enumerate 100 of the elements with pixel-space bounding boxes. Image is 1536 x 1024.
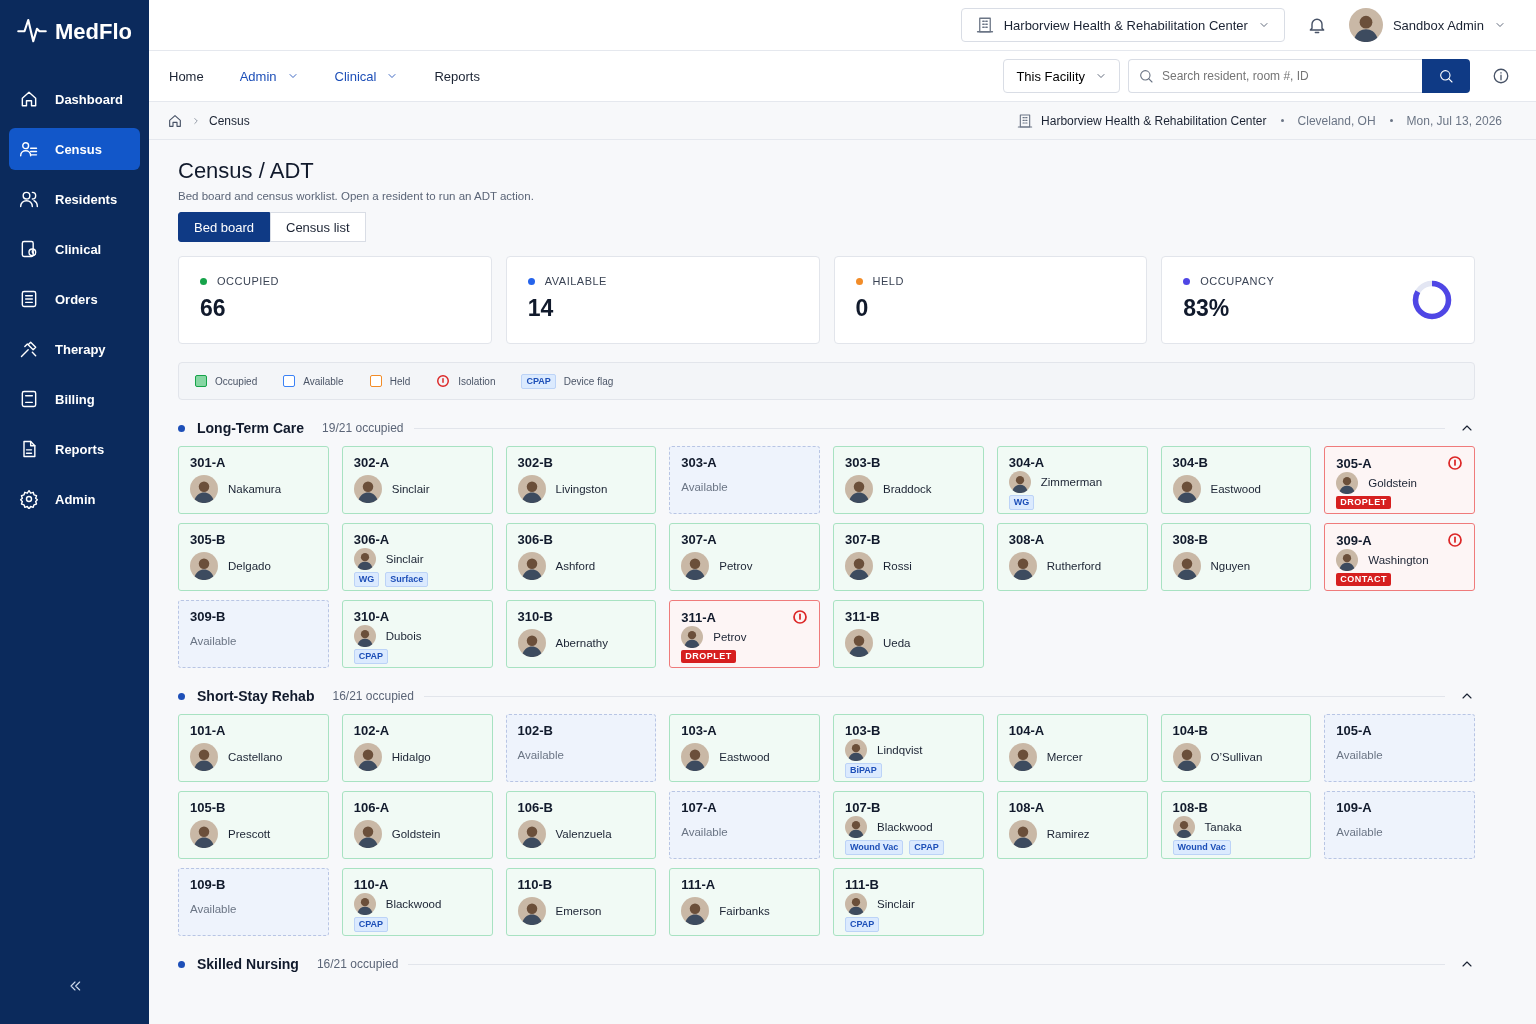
- bed-card[interactable]: 306-B Ashford: [505, 523, 657, 591]
- nav-link[interactable]: Clinical: [334, 68, 399, 84]
- room-number: 111-A: [681, 877, 716, 892]
- bed-card[interactable]: 310-A Dubois CPAP: [341, 600, 493, 668]
- unit-title: Skilled Nursing: [197, 956, 299, 972]
- stat-value: 0: [855, 295, 870, 322]
- sidebar-item[interactable]: Reports: [9, 428, 140, 470]
- bed-card[interactable]: 106-B Valenzuela: [505, 791, 657, 859]
- bed-card[interactable]: 304-A Zimmerman WG: [996, 446, 1148, 514]
- bed-card[interactable]: 303-A Available: [669, 446, 820, 514]
- home-icon[interactable]: [167, 112, 183, 129]
- resident-name: Eastwood: [1210, 483, 1261, 495]
- avatar: [1336, 549, 1359, 571]
- bed-card[interactable]: 304-B Eastwood: [1160, 446, 1312, 514]
- sidebar-item[interactable]: Orders: [9, 278, 140, 320]
- bed-card[interactable]: 309-A Washington CONTACT: [1324, 523, 1475, 591]
- bed-card[interactable]: 305-B Delgado: [178, 523, 329, 591]
- unit-dot: [178, 424, 185, 432]
- bed-card[interactable]: 104-B O’Sullivan: [1160, 714, 1312, 782]
- avatar: [845, 816, 867, 838]
- nav-link[interactable]: Admin: [239, 68, 299, 84]
- resident-name: Ashford: [555, 560, 596, 572]
- bed-card[interactable]: 101-A Castellano: [178, 714, 329, 782]
- resident-name: Valenzuela: [555, 828, 612, 840]
- bed-card[interactable]: 110-B Emerson: [505, 868, 657, 936]
- room-number: 110-B: [517, 877, 553, 892]
- bed-card[interactable]: 311-A Petrov DROPLET: [669, 600, 820, 668]
- avatar: [681, 626, 704, 648]
- resident-name: Rutherford: [1046, 560, 1102, 572]
- bed-card[interactable]: 307-A Petrov: [669, 523, 820, 591]
- device-badge: WG: [353, 572, 380, 587]
- bed-card[interactable]: 102-B Available: [505, 714, 657, 782]
- bed-card[interactable]: 309-B Available: [178, 600, 329, 668]
- sidebar-item[interactable]: Census: [9, 128, 140, 170]
- room-number: 308-A: [1008, 532, 1045, 547]
- bed-card[interactable]: 108-A Ramirez: [996, 791, 1148, 859]
- nav-link[interactable]: Home: [169, 68, 204, 84]
- room-number: 309-B: [190, 609, 226, 624]
- bed-card[interactable]: 307-B Rossi: [833, 523, 984, 591]
- bed-card[interactable]: 308-A Rutherford: [996, 523, 1148, 591]
- avatar: [353, 743, 382, 771]
- bed-card[interactable]: 305-A Goldstein DROPLET: [1324, 446, 1475, 514]
- bed-card[interactable]: 302-A Sinclair: [341, 446, 493, 514]
- page-subtitle: Bed board and census worklist. Open a resident to run an ADT action.: [178, 190, 535, 202]
- room-number: 303-B: [845, 455, 881, 470]
- sidebar-item[interactable]: Dashboard: [9, 78, 140, 120]
- bed-card[interactable]: 311-B Ueda: [833, 600, 984, 668]
- room-number: 105-B: [190, 800, 226, 815]
- isolation-icon: [436, 374, 451, 388]
- bed-card[interactable]: 104-A Mercer: [996, 714, 1148, 782]
- person-icon: [19, 189, 39, 209]
- room-number: 102-A: [353, 723, 390, 738]
- bed-card[interactable]: 306-A Sinclair WG Surface: [341, 523, 493, 591]
- sidebar-item[interactable]: Admin: [9, 478, 140, 520]
- bed-card[interactable]: 108-B Tanaka Wound Vac: [1160, 791, 1312, 859]
- room-number: 306-B: [517, 532, 553, 547]
- stat-label: OCCUPIED: [217, 275, 280, 287]
- facility-selector[interactable]: Harborview Health & Rehabilitation Center: [960, 8, 1285, 42]
- view-tab[interactable]: Census list: [270, 212, 366, 242]
- resident-name: Mercer: [1046, 751, 1083, 763]
- resident-name: Prescott: [228, 828, 271, 840]
- bed-card[interactable]: 109-B Available: [178, 868, 329, 936]
- bed-card[interactable]: 103-A Eastwood: [669, 714, 820, 782]
- sidebar-item[interactable]: Therapy: [9, 328, 140, 370]
- bed-card[interactable]: 109-A Available: [1324, 791, 1475, 859]
- breadcrumb-item[interactable]: Census: [209, 113, 250, 128]
- bed-card[interactable]: 303-B Braddock: [833, 446, 984, 514]
- room-number: 103-B: [845, 723, 881, 738]
- bed-card[interactable]: 301-A Nakamura: [178, 446, 329, 514]
- bed-card[interactable]: 308-B Nguyen: [1160, 523, 1312, 591]
- stat-label: OCCUPANCY: [1200, 275, 1275, 287]
- building-icon: [975, 16, 994, 34]
- bed-card[interactable]: 106-A Goldstein: [341, 791, 493, 859]
- occupancy-count: 19/21 occupied: [322, 421, 404, 435]
- bed-card[interactable]: 103-B Lindqvist BiPAP: [833, 714, 984, 782]
- resident-name: Abernathy: [555, 637, 608, 649]
- user-menu[interactable]: Sandbox Admin: [1348, 8, 1506, 42]
- search-field[interactable]: Search resident, room #, ID: [1128, 59, 1422, 93]
- bed-card[interactable]: 111-A Fairbanks: [669, 868, 820, 936]
- bed-card[interactable]: 102-A Hidalgo: [341, 714, 493, 782]
- scope-dropdown[interactable]: This Facility: [1003, 59, 1120, 93]
- bed-card[interactable]: 105-B Prescott: [178, 791, 329, 859]
- info-icon[interactable]: [1492, 67, 1510, 85]
- bed-card[interactable]: 105-A Available: [1324, 714, 1475, 782]
- sidebar-item[interactable]: Residents: [9, 178, 140, 220]
- bed-card[interactable]: 111-B Sinclair CPAP: [833, 868, 984, 936]
- avatar: [1008, 552, 1037, 580]
- sidebar-item[interactable]: Clinical: [9, 228, 140, 270]
- nav-link[interactable]: Reports: [434, 68, 480, 84]
- sidebar-item[interactable]: Billing: [9, 378, 140, 420]
- search-button[interactable]: [1422, 59, 1470, 93]
- bed-card[interactable]: 107-B Blackwood Wound Vac CPAP: [833, 791, 984, 859]
- bed-card[interactable]: 310-B Abernathy: [505, 600, 657, 668]
- app-logo-text: MedFlo: [55, 19, 132, 45]
- bed-card[interactable]: 302-B Livingston: [505, 446, 657, 514]
- bed-card[interactable]: 110-A Blackwood CPAP: [341, 868, 493, 936]
- resident-name: Sinclair: [391, 483, 430, 495]
- view-tab[interactable]: Bed board: [178, 212, 270, 242]
- bed-card[interactable]: 107-A Available: [669, 791, 820, 859]
- availability-status: Available: [517, 749, 565, 761]
